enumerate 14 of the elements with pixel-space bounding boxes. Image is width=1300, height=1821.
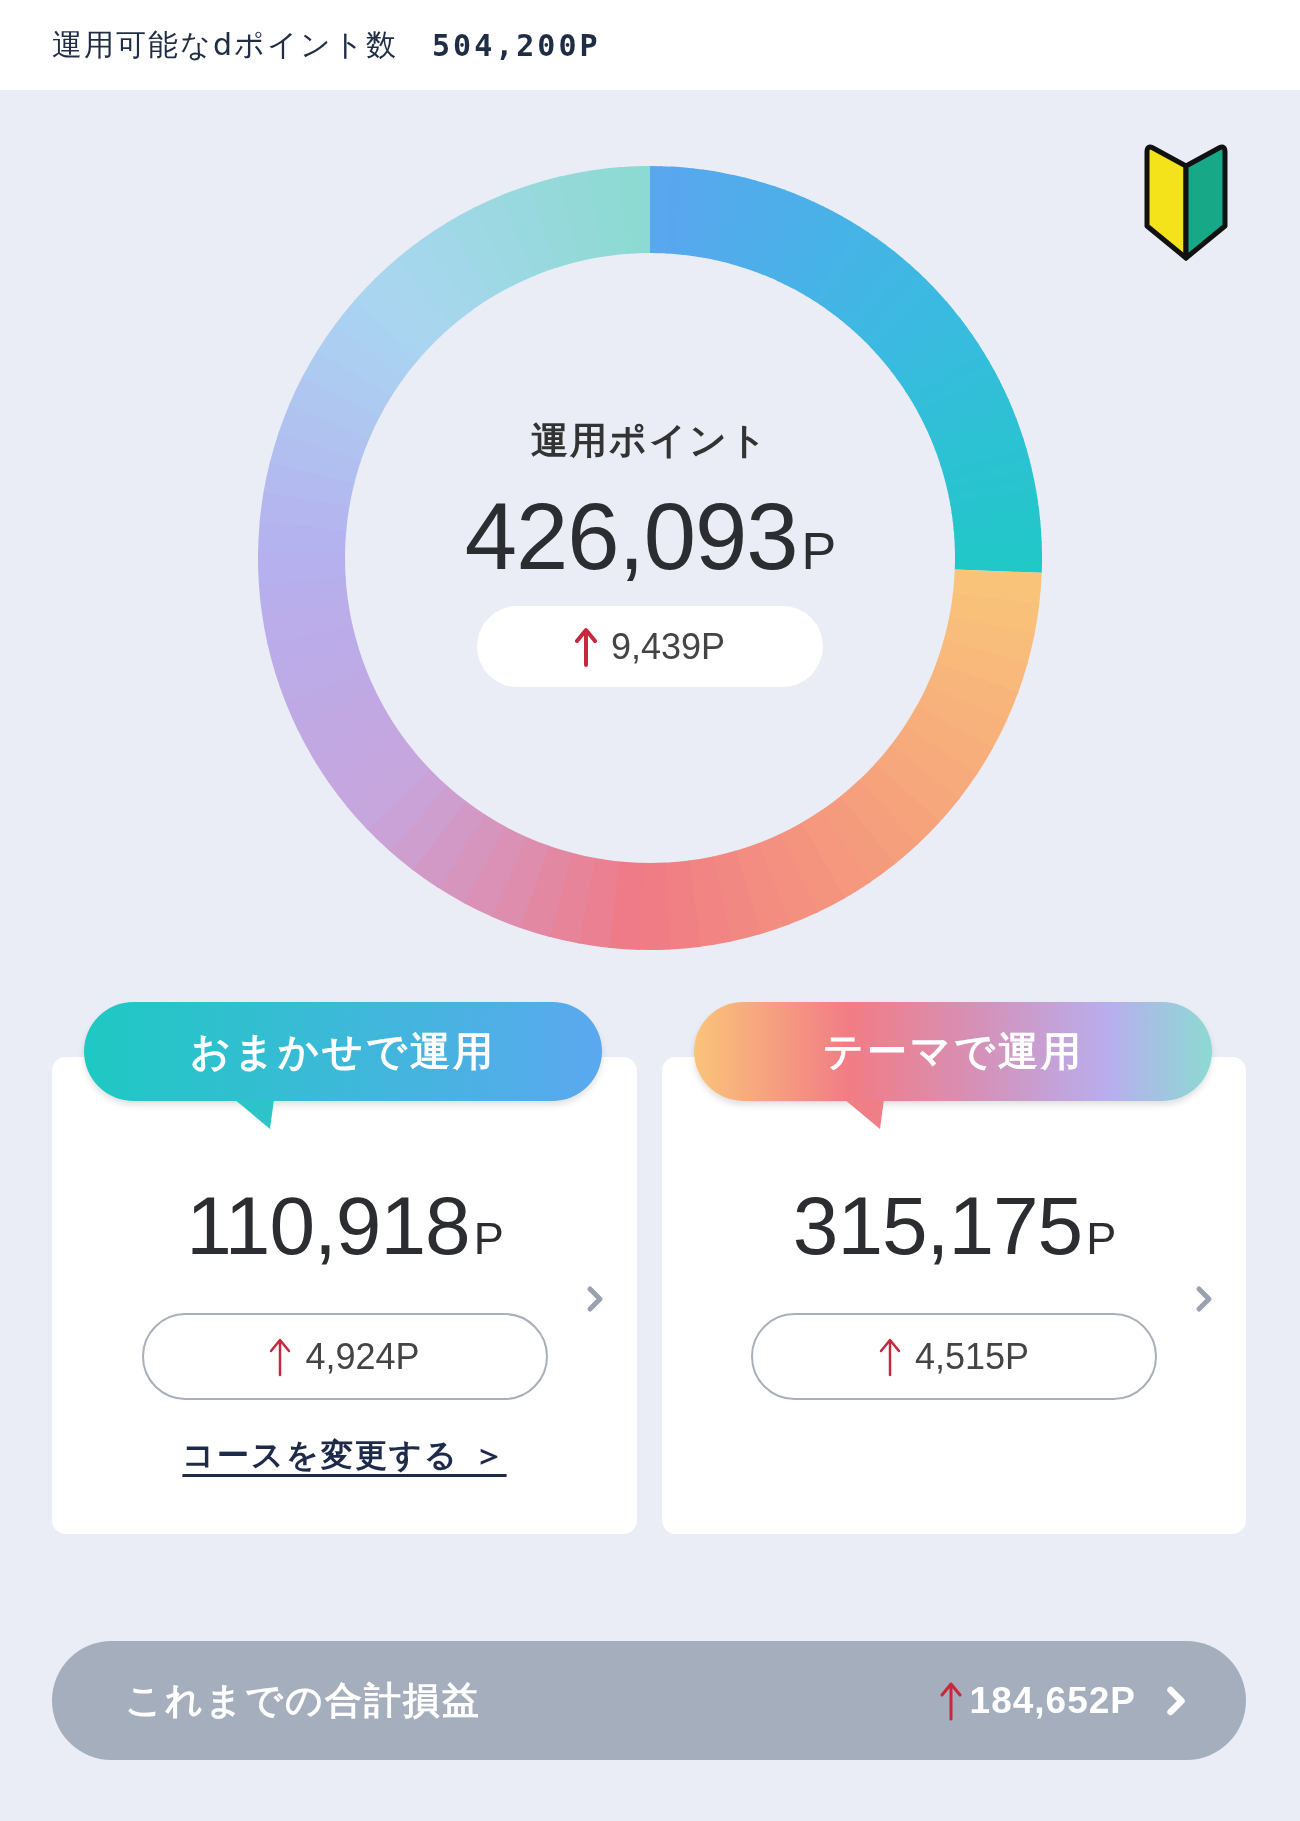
total-points-value: 426,093P	[464, 490, 836, 584]
up-arrow-icon	[939, 1680, 962, 1721]
up-arrow-icon	[878, 1336, 901, 1377]
available-points-value: 504,200P	[432, 27, 601, 63]
points-value: 315,175 P	[792, 1185, 1116, 1267]
points-value: 110,918 P	[186, 1185, 503, 1267]
change-value: 4,924P	[305, 1335, 420, 1378]
change-course-link[interactable]: コースを変更する ＞	[182, 1434, 507, 1478]
up-arrow-icon	[574, 626, 597, 667]
change-value: 9,439P	[610, 625, 726, 668]
available-points-label: 運用可能なdポイント数	[52, 25, 399, 64]
chart-label: 運用ポイント	[531, 418, 769, 464]
up-arrow-icon	[269, 1336, 292, 1377]
change-value: 4,515P	[914, 1335, 1030, 1378]
